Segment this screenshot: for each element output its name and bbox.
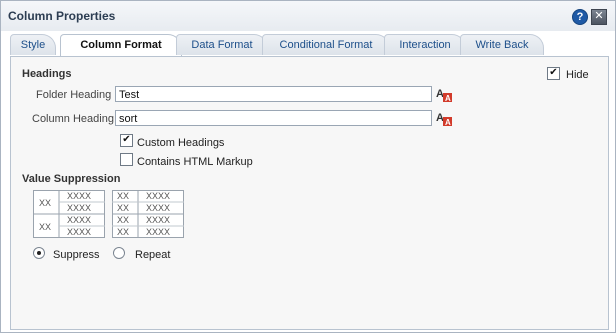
tab-conditional-format[interactable]: Conditional Format (262, 34, 390, 55)
tab-style[interactable]: Style (10, 34, 56, 55)
hide-label: Hide (566, 69, 589, 81)
svg-text:XXXX: XXXX (67, 203, 91, 213)
svg-text:XXXX: XXXX (67, 215, 91, 225)
close-icon[interactable]: ✕ (591, 9, 607, 25)
value-suppression-section-title: Value Suppression (22, 173, 121, 185)
edit-format-icon[interactable]: A A (435, 110, 453, 126)
edit-format-icon[interactable]: A A (435, 86, 453, 102)
custom-headings-check-mark: ✔ (122, 134, 131, 145)
headings-section-title: Headings (22, 68, 72, 80)
folder-heading-input[interactable]: Test (115, 86, 432, 102)
tab-write-back[interactable]: Write Back (460, 34, 544, 55)
hide-checkbox[interactable]: ✔ (547, 67, 560, 80)
svg-text:XX: XX (39, 198, 51, 208)
suppress-radio-dot (37, 251, 41, 255)
tab-data-format[interactable]: Data Format (176, 34, 268, 55)
repeat-label: Repeat (135, 249, 171, 261)
hide-check-mark: ✔ (549, 67, 558, 78)
svg-text:A: A (436, 112, 444, 124)
help-icon[interactable]: ? (572, 9, 588, 25)
contains-html-checkbox[interactable] (120, 153, 133, 166)
repeat-example-grid: XX XX XX XX XXXX XXXX XXXX XXXX (112, 190, 184, 238)
svg-text:A: A (445, 94, 451, 102)
custom-headings-label: Custom Headings (137, 137, 225, 149)
suppress-example-grid: XX XX XXXX XXXX XXXX XXXX (33, 190, 105, 238)
repeat-radio[interactable] (113, 247, 125, 259)
svg-text:A: A (436, 88, 444, 100)
suppress-label: Suppress (53, 249, 100, 261)
svg-text:XX: XX (117, 203, 129, 213)
svg-text:XX: XX (39, 222, 51, 232)
svg-text:XXXX: XXXX (146, 191, 170, 201)
suppress-radio[interactable] (33, 247, 45, 259)
svg-text:XXXX: XXXX (146, 227, 170, 237)
tab-bar: Style Column Format Data Format Conditio… (10, 34, 610, 57)
svg-text:XXXX: XXXX (146, 203, 170, 213)
column-format-panel: Headings ✔ Hide Folder Heading Test A A … (10, 56, 609, 330)
column-heading-label: Column Heading (32, 113, 114, 125)
custom-headings-checkbox[interactable]: ✔ (120, 134, 133, 147)
dialog-titlebar: Column Properties ? ✕ (1, 1, 615, 31)
svg-text:XXXX: XXXX (67, 227, 91, 237)
svg-text:XXXX: XXXX (146, 215, 170, 225)
tab-interaction[interactable]: Interaction (384, 34, 466, 55)
dialog-title: Column Properties (8, 9, 116, 23)
svg-text:XX: XX (117, 191, 129, 201)
svg-text:XX: XX (117, 227, 129, 237)
folder-heading-label: Folder Heading (36, 89, 112, 101)
svg-text:XX: XX (117, 215, 129, 225)
column-properties-dialog: Column Properties ? ✕ Style Column Forma… (0, 0, 616, 333)
svg-text:XXXX: XXXX (67, 191, 91, 201)
contains-html-label: Contains HTML Markup (137, 156, 253, 168)
tab-column-format[interactable]: Column Format (60, 34, 182, 57)
svg-text:A: A (445, 118, 451, 126)
column-heading-input[interactable]: sort (115, 110, 432, 126)
